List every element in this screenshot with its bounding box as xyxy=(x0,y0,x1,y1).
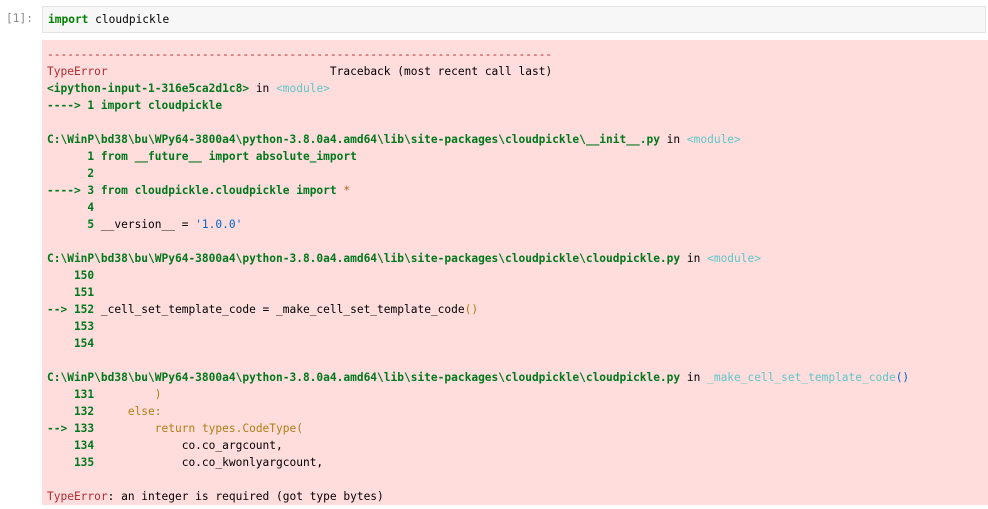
cell-prompt: [1]: xyxy=(6,12,33,25)
import-keyword: import xyxy=(48,13,89,26)
frame-2-line-5: 5 __version__ = '1.0.0' xyxy=(47,218,243,231)
frame-2-header: C:\WinP\bd38\bu\WPy64-3800a4\python-3.8.… xyxy=(47,133,741,146)
module-name: cloudpickle xyxy=(88,13,170,26)
traceback-separator: ----------------------------------------… xyxy=(47,48,553,61)
code-input-text[interactable]: import cloudpickle xyxy=(48,13,169,26)
frame-3-header: C:\WinP\bd38\bu\WPy64-3800a4\python-3.8.… xyxy=(47,252,761,265)
frame-1-header: <ipython-input-1-316e5ca2d1c8> in <modul… xyxy=(47,82,330,95)
frame-2-line-3: ----> 3 from cloudpickle.cloudpickle imp… xyxy=(47,184,351,197)
frame-2-line-4: 4 xyxy=(47,201,95,214)
frame-4-header: C:\WinP\bd38\bu\WPy64-3800a4\python-3.8.… xyxy=(47,371,910,384)
final-error-message: TypeError: an integer is required (got t… xyxy=(47,490,384,503)
frame-2-line-1: 1 from __future__ import absolute_import xyxy=(47,150,357,163)
frame-4-line-134: 134 co.co_argcount, xyxy=(47,439,283,452)
frame-4-line-135: 135 co.co_kwonlyargcount, xyxy=(47,456,324,469)
frame-3-line-154: 154 xyxy=(47,337,95,350)
frame-4-line-133: --> 133 return types.CodeType( xyxy=(47,422,303,435)
frame-3-line-152: --> 152 _cell_set_template_code = _make_… xyxy=(47,303,479,316)
error-output-area: ----------------------------------------… xyxy=(42,40,988,505)
frame-3-line-150: 150 xyxy=(47,269,95,282)
frame-2-line-2: 2 xyxy=(47,167,95,180)
frame-3-line-153: 153 xyxy=(47,320,95,333)
frame-1-line-1: ----> 1 import cloudpickle xyxy=(47,99,223,112)
frame-4-line-131: 131 ) xyxy=(47,388,162,401)
error-type: TypeError xyxy=(47,65,108,78)
code-input-cell[interactable]: import cloudpickle xyxy=(42,6,986,33)
frame-3-line-151: 151 xyxy=(47,286,95,299)
frame-4-line-132: 132 else: xyxy=(47,405,162,418)
traceback-header: TypeError Traceback (most recent call la… xyxy=(47,63,552,80)
traceback-title: Traceback (most recent call last) xyxy=(329,65,553,78)
